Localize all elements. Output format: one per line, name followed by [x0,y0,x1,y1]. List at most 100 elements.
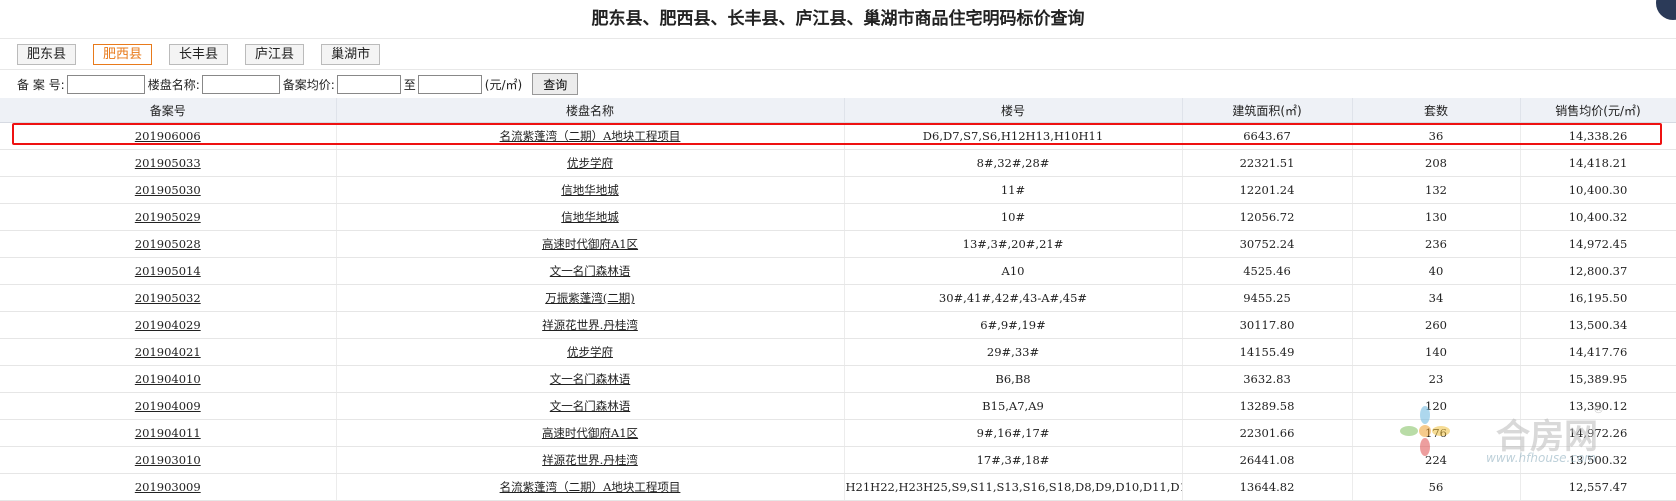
floor-area-cell: 14155.49 [1182,338,1353,366]
table-cell: 201904021 [0,338,337,366]
table-row: 201903009 名流紫蓬湾（二期）A地块工程项目 H21H22,H23H25,S… [0,473,1676,501]
table-cell: 信地华地城 [336,203,845,231]
building-no-cell: 17#,3#,18# [844,446,1183,474]
table-cell: 万振紫蓬湾(二期) [336,284,845,312]
units-cell: 140 [1352,338,1521,366]
tab-feidong[interactable]: 肥东县 [17,43,77,65]
avg-price-cell: 10,400.32 [1520,203,1676,231]
table-cell: 201904010 [0,365,337,393]
table-row: 201905030 信地华地城 11# 12201.24 132 10,400.30 [0,176,1676,204]
table-cell: 名流紫蓬湾（二期）A地块工程项目 [336,473,845,501]
record-no-link[interactable]: 201905032 [135,291,201,305]
record-no-link[interactable]: 201905030 [135,183,201,197]
avg-price-cell: 14,418.21 [1520,149,1676,177]
record-no-link[interactable]: 201903009 [135,480,201,494]
table-row: 201904010 文一名门森林语 B6,B8 3632.83 23 15,389.95 [0,365,1676,393]
header-project-name: 楼盘名称 [336,98,845,123]
table-row: 201905033 优步学府 8#,32#,28# 22321.51 208 14,418… [0,149,1676,177]
avg-price-cell: 14,972.45 [1520,230,1676,258]
floor-area-cell: 9455.25 [1182,284,1353,312]
header-floor-area: 建筑面积(㎡) [1182,98,1353,123]
record-no-link[interactable]: 201906006 [135,129,201,143]
avg-price-cell: 13,500.34 [1520,311,1676,339]
project-name-input[interactable] [201,74,280,94]
building-no-cell: H21H22,H23H25,S9,S11,S13,S16,S18,D8,D9,D… [844,473,1183,501]
price-min-input[interactable] [336,74,401,94]
project-name-link[interactable]: 名流紫蓬湾（二期）A地块工程项目 [500,480,681,494]
building-no-cell: A10 [844,257,1183,285]
project-name-link[interactable]: 文一名门森林语 [550,372,631,386]
building-no-cell: B15,A7,A9 [844,392,1183,420]
table-cell: 优步学府 [336,149,845,177]
project-name-link[interactable]: 万振紫蓬湾(二期) [545,291,634,305]
project-name-link[interactable]: 优步学府 [567,345,613,359]
record-no-link[interactable]: 201903010 [135,453,201,467]
floor-area-cell: 26441.08 [1182,446,1353,474]
record-no-link[interactable]: 201905033 [135,156,201,170]
record-no-link[interactable]: 201905028 [135,237,201,251]
project-name-link[interactable]: 优步学府 [567,156,613,170]
record-no-link[interactable]: 201904021 [135,345,201,359]
units-cell: 208 [1352,149,1521,177]
tab-feixi[interactable]: 肥西县 [93,43,153,65]
project-name-link[interactable]: 文一名门森林语 [550,264,631,278]
building-no-cell: 10# [844,203,1183,231]
tab-chaohu[interactable]: 巢湖市 [321,43,381,65]
floor-area-cell: 4525.46 [1182,257,1353,285]
registered-mark: ® [1593,403,1604,416]
table-cell: 祥源花世界.丹桂湾 [336,446,845,474]
record-no-input[interactable] [66,74,145,94]
units-cell: 56 [1352,473,1521,501]
table-cell: 文一名门森林语 [336,257,845,285]
table-cell: 201905014 [0,257,337,285]
record-no-link[interactable]: 201904010 [135,372,201,386]
project-name-link[interactable]: 文一名门森林语 [550,399,631,413]
search-bar: 备 案 号: 楼盘名称: 备案均价: 至 (元/㎡) 查询 [0,70,1676,98]
table-cell: 201906006 [0,122,337,150]
units-cell: 130 [1352,203,1521,231]
header-avg-price: 销售均价(元/㎡) [1520,98,1676,123]
record-no-link[interactable]: 201904009 [135,399,201,413]
table-cell: 201905030 [0,176,337,204]
project-name-link[interactable]: 信地华地城 [561,210,619,224]
table-cell: 201905033 [0,149,337,177]
project-name-link[interactable]: 祥源花世界.丹桂湾 [542,318,638,332]
building-no-cell: 29#,33# [844,338,1183,366]
watermark-url: www.hfhouse.com [1486,451,1596,465]
tab-lujiang[interactable]: 庐江县 [245,43,305,65]
price-max-input[interactable] [417,74,482,94]
units-cell: 236 [1352,230,1521,258]
avg-price-cell: 14,338.26 [1520,122,1676,150]
avg-price-label: 备案均价: [282,77,335,92]
table-row: 201905032 万振紫蓬湾(二期) 30#,41#,42#,43-A#,45# 9… [0,284,1676,312]
record-no-link[interactable]: 201904011 [135,426,201,440]
header-building-no: 楼号 [844,98,1183,123]
floor-area-cell: 12056.72 [1182,203,1353,231]
query-button[interactable]: 查询 [532,73,579,95]
table-cell: 文一名门森林语 [336,392,845,420]
units-cell: 36 [1352,122,1521,150]
table-cell: 祥源花世界.丹桂湾 [336,311,845,339]
building-no-cell: D6,D7,S7,S6,H12H13,H10H11 [844,122,1183,150]
avg-price-cell: 14,417.76 [1520,338,1676,366]
record-no-label: 备 案 号: [17,77,65,92]
project-name-link[interactable]: 信地华地城 [561,183,619,197]
county-tabs: 肥东县 肥西县 长丰县 庐江县 巢湖市 [0,38,1676,70]
units-cell: 40 [1352,257,1521,285]
table-cell: 名流紫蓬湾（二期）A地块工程项目 [336,122,845,150]
building-no-cell: 30#,41#,42#,43-A#,45# [844,284,1183,312]
record-no-link[interactable]: 201904029 [135,318,201,332]
record-no-link[interactable]: 201905029 [135,210,201,224]
units-cell: 260 [1352,311,1521,339]
table-cell: 201903009 [0,473,337,501]
table-row: 201904029 祥源花世界.丹桂湾 6#,9#,19# 30117.80 260 13… [0,311,1676,339]
tab-changfeng[interactable]: 长丰县 [169,43,229,65]
table-cell: 201904011 [0,419,337,447]
project-name-link[interactable]: 高速时代御府A1区 [542,237,638,251]
project-name-link[interactable]: 高速时代御府A1区 [542,426,638,440]
record-no-link[interactable]: 201905014 [135,264,201,278]
table-row: 201905028 高速时代御府A1区 13#,3#,20#,21# 30752.24… [0,230,1676,258]
project-name-link[interactable]: 名流紫蓬湾（二期）A地块工程项目 [500,129,681,143]
building-no-cell: 6#,9#,19# [844,311,1183,339]
project-name-link[interactable]: 祥源花世界.丹桂湾 [542,453,638,467]
